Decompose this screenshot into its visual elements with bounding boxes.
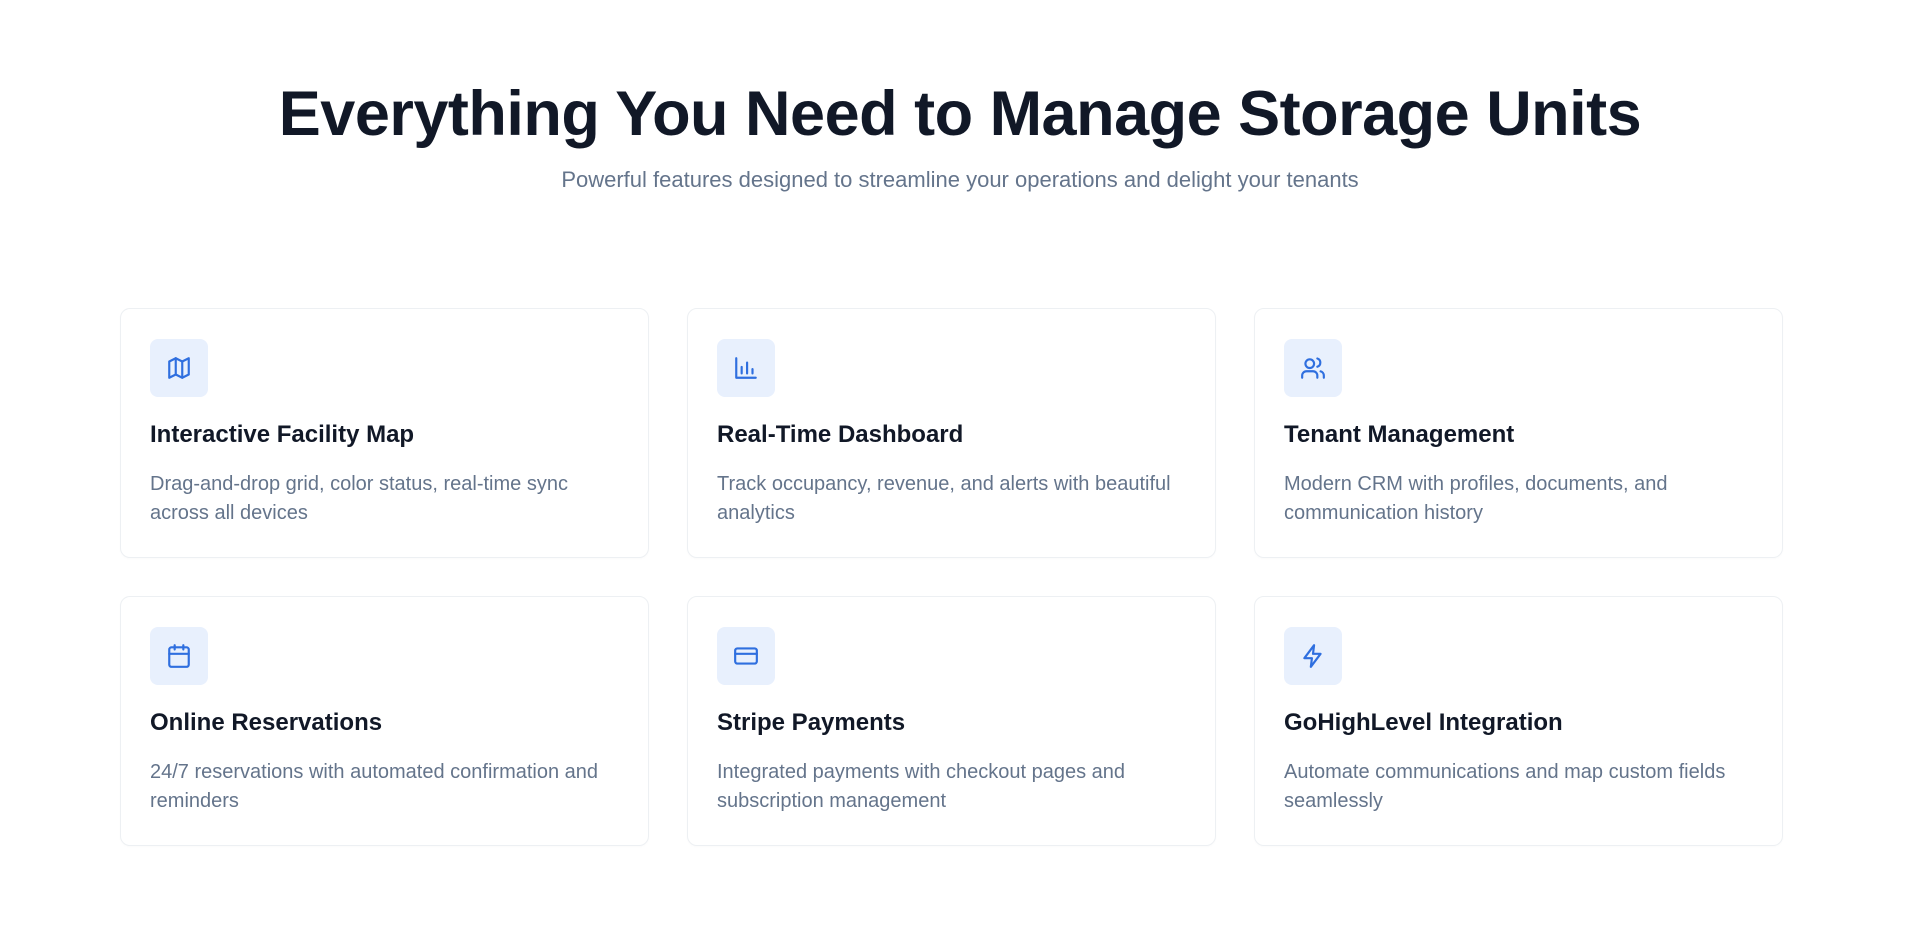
feature-title: GoHighLevel Integration [1284,709,1563,736]
map-icon [150,339,208,397]
feature-title: Real-Time Dashboard [717,421,964,448]
feature-title: Online Reservations [150,709,383,736]
feature-title: Stripe Payments [717,709,906,736]
features-page: Everything You Need to Manage Storage Un… [0,0,1920,930]
feature-description: Integrated payments with checkout pages … [717,761,1126,812]
feature-card-dashboard: Real-Time Dashboard Track occupancy, rev… [687,308,1216,558]
users-icon [1284,339,1342,397]
feature-card-gohighlevel: GoHighLevel Integration Automate communi… [1254,596,1783,846]
feature-description: Modern CRM with profiles, documents, and… [1284,473,1668,524]
page-title: Everything You Need to Manage Storage Un… [278,79,1642,149]
feature-description: 24/7 reservations with automated confirm… [150,761,599,812]
credit-card-icon [717,627,775,685]
feature-description: Automate communications and map custom f… [1284,761,1726,812]
feature-description: Drag-and-drop grid, color status, real-t… [150,473,568,524]
calendar-icon [150,627,208,685]
page-subtitle: Powerful features designed to streamline… [561,167,1359,192]
feature-grid: Interactive Facility Map Drag-and-drop g… [120,308,1783,846]
feature-title: Tenant Management [1284,421,1515,448]
feature-card-tenant-management: Tenant Management Modern CRM with profil… [1254,308,1783,558]
feature-card-online-reservations: Online Reservations 24/7 reservations wi… [120,596,649,846]
lightning-icon [1284,627,1342,685]
feature-card-facility-map: Interactive Facility Map Drag-and-drop g… [120,308,649,558]
bar-chart-icon [717,339,775,397]
feature-description: Track occupancy, revenue, and alerts wit… [717,473,1171,524]
feature-card-stripe-payments: Stripe Payments Integrated payments with… [687,596,1216,846]
feature-title: Interactive Facility Map [150,421,415,448]
